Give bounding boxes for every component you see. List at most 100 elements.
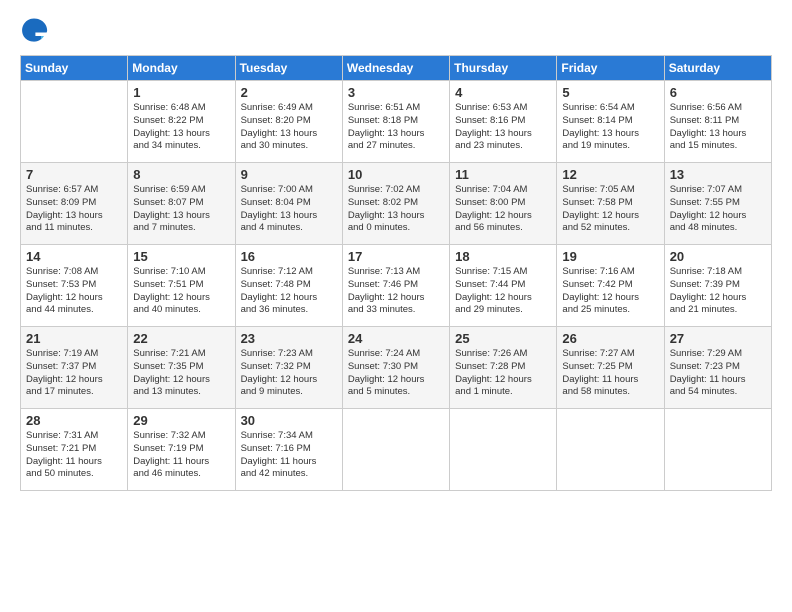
day-info: Sunrise: 6:49 AM Sunset: 8:20 PM Dayligh… bbox=[241, 102, 337, 153]
day-number: 2 bbox=[241, 85, 337, 100]
day-info: Sunrise: 7:19 AM Sunset: 7:37 PM Dayligh… bbox=[26, 348, 122, 399]
day-number: 11 bbox=[455, 167, 551, 182]
day-number: 16 bbox=[241, 249, 337, 264]
day-number: 4 bbox=[455, 85, 551, 100]
day-number: 23 bbox=[241, 331, 337, 346]
weekday-header-monday: Monday bbox=[128, 56, 235, 81]
day-number: 9 bbox=[241, 167, 337, 182]
weekday-header-saturday: Saturday bbox=[664, 56, 771, 81]
weekday-header-thursday: Thursday bbox=[450, 56, 557, 81]
day-number: 1 bbox=[133, 85, 229, 100]
calendar-table: SundayMondayTuesdayWednesdayThursdayFrid… bbox=[20, 55, 772, 491]
day-cell: 25Sunrise: 7:26 AM Sunset: 7:28 PM Dayli… bbox=[450, 327, 557, 409]
day-cell: 13 Sunrise: 7:07 AM Sunset: 7:55 PM Dayli… bbox=[664, 163, 771, 245]
day-cell: 4Sunrise: 6:53 AM Sunset: 8:16 PM Daylig… bbox=[450, 81, 557, 163]
week-row-3: 14 Sunrise: 7:08 AM Sunset: 7:53 PM Dayli… bbox=[21, 245, 772, 327]
day-cell bbox=[342, 409, 449, 491]
day-cell: 9 Sunrise: 7:00 AM Sunset: 8:04 PM Daylig… bbox=[235, 163, 342, 245]
day-cell: 6 Sunrise: 6:56 AM Sunset: 8:11 PM Daylig… bbox=[664, 81, 771, 163]
day-info: Sunrise: 6:57 AM Sunset: 8:09 PM Dayligh… bbox=[26, 184, 122, 235]
day-number: 3 bbox=[348, 85, 444, 100]
day-info: Sunrise: 7:13 AM Sunset: 7:46 PM Dayligh… bbox=[348, 266, 444, 317]
day-cell: 24 Sunrise: 7:24 AM Sunset: 7:30 PM Dayli… bbox=[342, 327, 449, 409]
day-cell bbox=[21, 81, 128, 163]
day-cell: 3 Sunrise: 6:51 AM Sunset: 8:18 PM Daylig… bbox=[342, 81, 449, 163]
day-info: Sunrise: 7:00 AM Sunset: 8:04 PM Dayligh… bbox=[241, 184, 337, 235]
day-cell bbox=[557, 409, 664, 491]
day-info: Sunrise: 7:02 AM Sunset: 8:02 PM Dayligh… bbox=[348, 184, 444, 235]
day-info: Sunrise: 7:27 AM Sunset: 7:25 PM Dayligh… bbox=[562, 348, 658, 399]
day-cell: 20 Sunrise: 7:18 AM Sunset: 7:39 PM Dayli… bbox=[664, 245, 771, 327]
day-number: 7 bbox=[26, 167, 122, 182]
day-cell: 10 Sunrise: 7:02 AM Sunset: 8:02 PM Dayli… bbox=[342, 163, 449, 245]
day-cell: 23 Sunrise: 7:23 AM Sunset: 7:32 PM Dayli… bbox=[235, 327, 342, 409]
day-number: 6 bbox=[670, 85, 766, 100]
weekday-header-wednesday: Wednesday bbox=[342, 56, 449, 81]
day-cell bbox=[450, 409, 557, 491]
day-info: Sunrise: 7:26 AM Sunset: 7:28 PM Dayligh… bbox=[455, 348, 551, 399]
day-cell: 11 Sunrise: 7:04 AM Sunset: 8:00 PM Dayli… bbox=[450, 163, 557, 245]
day-number: 24 bbox=[348, 331, 444, 346]
day-cell: 15Sunrise: 7:10 AM Sunset: 7:51 PM Dayli… bbox=[128, 245, 235, 327]
week-row-1: 1 Sunrise: 6:48 AM Sunset: 8:22 PM Daylig… bbox=[21, 81, 772, 163]
day-info: Sunrise: 6:59 AM Sunset: 8:07 PM Dayligh… bbox=[133, 184, 229, 235]
page: SundayMondayTuesdayWednesdayThursdayFrid… bbox=[0, 0, 792, 612]
day-info: Sunrise: 7:16 AM Sunset: 7:42 PM Dayligh… bbox=[562, 266, 658, 317]
day-number: 22 bbox=[133, 331, 229, 346]
day-cell: 8 Sunrise: 6:59 AM Sunset: 8:07 PM Daylig… bbox=[128, 163, 235, 245]
weekday-header-tuesday: Tuesday bbox=[235, 56, 342, 81]
week-row-2: 7 Sunrise: 6:57 AM Sunset: 8:09 PM Daylig… bbox=[21, 163, 772, 245]
day-cell: 7 Sunrise: 6:57 AM Sunset: 8:09 PM Daylig… bbox=[21, 163, 128, 245]
day-number: 12 bbox=[562, 167, 658, 182]
weekday-header-sunday: Sunday bbox=[21, 56, 128, 81]
day-cell: 21 Sunrise: 7:19 AM Sunset: 7:37 PM Dayli… bbox=[21, 327, 128, 409]
day-info: Sunrise: 6:56 AM Sunset: 8:11 PM Dayligh… bbox=[670, 102, 766, 153]
day-number: 15 bbox=[133, 249, 229, 264]
day-cell: 12 Sunrise: 7:05 AM Sunset: 7:58 PM Dayli… bbox=[557, 163, 664, 245]
week-row-4: 21 Sunrise: 7:19 AM Sunset: 7:37 PM Dayli… bbox=[21, 327, 772, 409]
day-cell: 27Sunrise: 7:29 AM Sunset: 7:23 PM Dayli… bbox=[664, 327, 771, 409]
day-info: Sunrise: 6:48 AM Sunset: 8:22 PM Dayligh… bbox=[133, 102, 229, 153]
header bbox=[20, 15, 772, 43]
day-info: Sunrise: 7:18 AM Sunset: 7:39 PM Dayligh… bbox=[670, 266, 766, 317]
day-cell: 22 Sunrise: 7:21 AM Sunset: 7:35 PM Dayli… bbox=[128, 327, 235, 409]
day-number: 21 bbox=[26, 331, 122, 346]
day-info: Sunrise: 7:31 AM Sunset: 7:21 PM Dayligh… bbox=[26, 430, 122, 481]
day-number: 14 bbox=[26, 249, 122, 264]
day-cell: 2 Sunrise: 6:49 AM Sunset: 8:20 PM Daylig… bbox=[235, 81, 342, 163]
day-number: 8 bbox=[133, 167, 229, 182]
day-number: 13 bbox=[670, 167, 766, 182]
day-number: 5 bbox=[562, 85, 658, 100]
logo-icon bbox=[20, 15, 48, 43]
day-cell: 1 Sunrise: 6:48 AM Sunset: 8:22 PM Daylig… bbox=[128, 81, 235, 163]
day-info: Sunrise: 7:08 AM Sunset: 7:53 PM Dayligh… bbox=[26, 266, 122, 317]
day-number: 28 bbox=[26, 413, 122, 428]
day-info: Sunrise: 6:51 AM Sunset: 8:18 PM Dayligh… bbox=[348, 102, 444, 153]
day-number: 10 bbox=[348, 167, 444, 182]
day-info: Sunrise: 7:05 AM Sunset: 7:58 PM Dayligh… bbox=[562, 184, 658, 235]
logo bbox=[20, 15, 50, 43]
day-info: Sunrise: 7:23 AM Sunset: 7:32 PM Dayligh… bbox=[241, 348, 337, 399]
day-cell: 30Sunrise: 7:34 AM Sunset: 7:16 PM Dayli… bbox=[235, 409, 342, 491]
day-info: Sunrise: 7:07 AM Sunset: 7:55 PM Dayligh… bbox=[670, 184, 766, 235]
day-info: Sunrise: 7:04 AM Sunset: 8:00 PM Dayligh… bbox=[455, 184, 551, 235]
day-info: Sunrise: 7:34 AM Sunset: 7:16 PM Dayligh… bbox=[241, 430, 337, 481]
day-info: Sunrise: 7:24 AM Sunset: 7:30 PM Dayligh… bbox=[348, 348, 444, 399]
day-number: 18 bbox=[455, 249, 551, 264]
day-info: Sunrise: 7:29 AM Sunset: 7:23 PM Dayligh… bbox=[670, 348, 766, 399]
day-cell: 16 Sunrise: 7:12 AM Sunset: 7:48 PM Dayli… bbox=[235, 245, 342, 327]
day-cell bbox=[664, 409, 771, 491]
day-number: 29 bbox=[133, 413, 229, 428]
day-cell: 19Sunrise: 7:16 AM Sunset: 7:42 PM Dayli… bbox=[557, 245, 664, 327]
day-number: 20 bbox=[670, 249, 766, 264]
day-info: Sunrise: 7:12 AM Sunset: 7:48 PM Dayligh… bbox=[241, 266, 337, 317]
day-cell: 5 Sunrise: 6:54 AM Sunset: 8:14 PM Daylig… bbox=[557, 81, 664, 163]
weekday-header-row: SundayMondayTuesdayWednesdayThursdayFrid… bbox=[21, 56, 772, 81]
day-cell: 14 Sunrise: 7:08 AM Sunset: 7:53 PM Dayli… bbox=[21, 245, 128, 327]
day-info: Sunrise: 7:32 AM Sunset: 7:19 PM Dayligh… bbox=[133, 430, 229, 481]
day-info: Sunrise: 7:21 AM Sunset: 7:35 PM Dayligh… bbox=[133, 348, 229, 399]
day-number: 17 bbox=[348, 249, 444, 264]
day-number: 26 bbox=[562, 331, 658, 346]
day-info: Sunrise: 6:54 AM Sunset: 8:14 PM Dayligh… bbox=[562, 102, 658, 153]
day-cell: 26 Sunrise: 7:27 AM Sunset: 7:25 PM Dayli… bbox=[557, 327, 664, 409]
